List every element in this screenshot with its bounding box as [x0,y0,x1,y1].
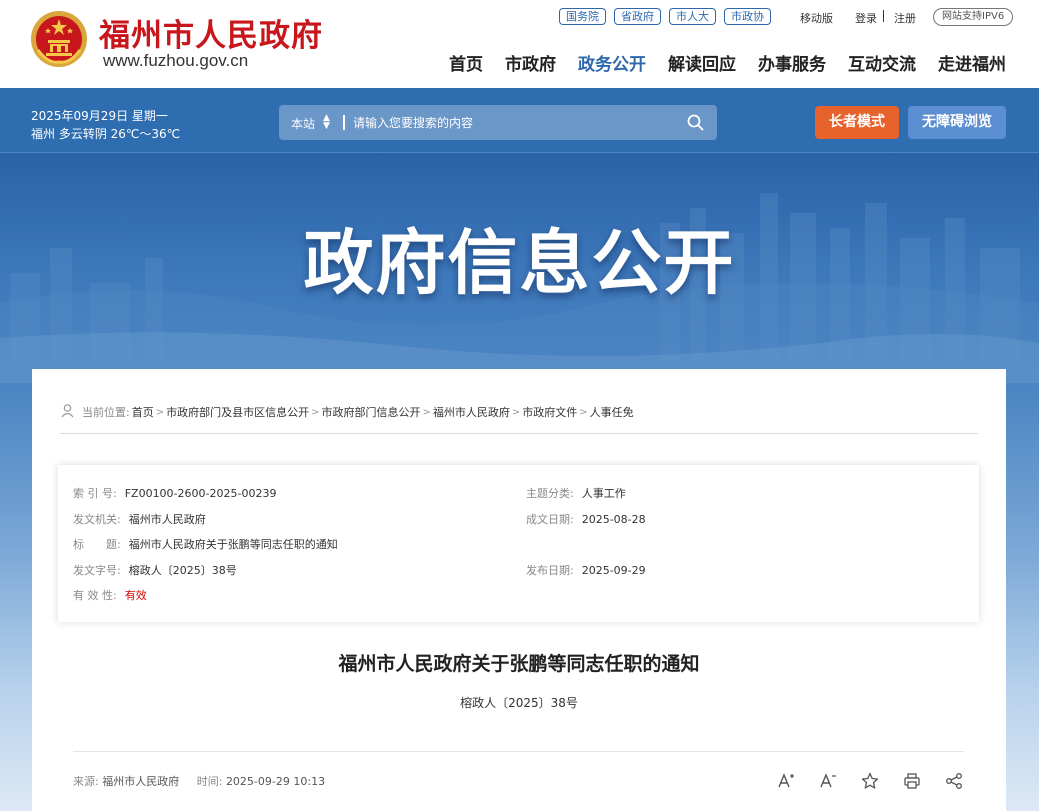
meta-docno-label: 发文字号: [73,564,121,577]
meta-index-value: FZ00100-2600-2025-00239 [124,487,277,500]
meta-topic-row: 主题分类: 人事工作 [526,485,626,501]
site-name[interactable]: 福州市人民政府 [99,10,323,55]
meta-title-row: 标 题: 福州市人民政府关于张鹏等同志任职的通知 [73,536,338,552]
breadcrumb-arrow-icon: > [311,406,320,418]
document-source-line: 来源: 福州市人民政府 时间: 2025-09-29 10:13 [73,773,339,789]
top-link-provincial-gov[interactable]: 省政府 [614,8,661,25]
meta-issuer-row: 发文机关: 福州市人民政府 [73,511,206,527]
nav-home[interactable]: 首页 [449,50,483,75]
time-value: 2025-09-29 10:13 [225,775,326,788]
national-emblem-icon[interactable] [30,10,88,68]
nav-about-fuzhou[interactable]: 走进福州 [938,50,1006,75]
document-metadata-box: 索 引 号: FZ00100-2600-2025-00239 主题分类: 人事工作 … [58,465,979,622]
scope-updown-icon[interactable]: ▲ ▼ [323,114,330,131]
meta-created-value: 2025-08-28 [581,513,646,526]
meta-validity-row: 有 效 性: 有效 [73,587,147,603]
current-date: 2025年09月29日 星期一 [31,109,168,123]
ipv6-badge: 网站支持IPV6 [933,8,1014,26]
breadcrumb-label: 当前位置: [82,406,130,419]
source-value: 福州市人民政府 [102,775,180,788]
font-decrease-icon[interactable] [819,772,837,790]
breadcrumb: 当前位置: 首页 > 市政府部门及县市区信息公开 > 市政府部门信息公开 > 福… [82,404,634,420]
accessible-browse-button[interactable]: 无障碍浏览 [908,106,1006,139]
breadcrumb-dept-info[interactable]: 市政府部门信息公开 [322,404,421,420]
nav-interaction[interactable]: 互动交流 [848,50,916,75]
meta-docno-row: 发文字号: 榕政人〔2025〕38号 [73,562,237,578]
meta-validity-value: 有效 [124,589,147,602]
meta-issuer-value: 福州市人民政府 [128,513,206,526]
top-links: 国务院 省政府 市人大 市政协 [559,8,771,25]
breadcrumb-divider [60,433,978,434]
meta-title-label: 标 题: [73,538,121,551]
content-card: 当前位置: 首页 > 市政府部门及县市区信息公开 > 市政府部门信息公开 > 福… [32,369,1006,811]
meta-title-value: 福州市人民政府关于张鹏等同志任职的通知 [128,538,338,551]
nav-gov-affairs-open[interactable]: 政务公开 [578,50,646,75]
font-increase-icon[interactable] [777,772,795,790]
breadcrumb-arrow-icon: > [579,406,588,418]
banner-title: 政府信息公开 [303,222,736,304]
meta-index-label: 索 引 号: [73,487,117,500]
register-link[interactable]: 注册 [894,10,916,26]
nav-city-gov[interactable]: 市政府 [505,50,556,75]
meta-docno-value: 榕政人〔2025〕38号 [128,564,237,577]
breadcrumb-home[interactable]: 首页 [132,404,154,420]
site-url[interactable]: www.fuzhou.gov.cn [103,51,248,71]
breadcrumb-arrow-icon: > [155,406,165,418]
time-label: 时间: [196,775,223,788]
meta-topic-label: 主题分类: [526,487,574,500]
breadcrumb-appointments[interactable]: 人事任免 [590,404,634,420]
mobile-version-link[interactable]: 移动版 [800,10,833,26]
breadcrumb-arrow-icon: > [422,406,431,418]
star-icon[interactable] [861,772,879,790]
meta-created-row: 成文日期: 2025-08-28 [526,511,646,527]
meta-topic-value: 人事工作 [581,487,626,500]
meta-published-row: 发布日期: 2025-09-29 [526,562,646,578]
meta-index-row: 索 引 号: FZ00100-2600-2025-00239 [73,485,276,501]
document-divider [73,751,964,752]
document-number: 榕政人〔2025〕38号 [460,696,578,710]
site-header: 福州市人民政府 www.fuzhou.gov.cn 国务院 省政府 市人大 市政… [0,0,1039,88]
location-person-icon [61,404,74,418]
nav-interpretation[interactable]: 解读回应 [668,50,736,75]
elder-mode-button[interactable]: 长者模式 [815,106,899,139]
meta-validity-label: 有 效 性: [73,589,117,602]
search-box: 本站 ▲ ▼ [279,105,717,140]
search-bar-strip: 2025年09月29日 星期一 福州 多云转阴 26℃～36℃ 本站 ▲▼ 长者… [0,88,1039,153]
share-icon[interactable] [945,772,963,790]
top-link-city-cppcc[interactable]: 市政协 [724,8,771,25]
breadcrumb-dept-county-info[interactable]: 市政府部门及县市区信息公开 [166,404,309,420]
top-link-city-congress[interactable]: 市人大 [669,8,716,25]
print-icon[interactable] [903,772,921,790]
search-icon[interactable] [687,114,704,131]
login-link[interactable]: 登录 [855,10,877,26]
top-link-state-council[interactable]: 国务院 [559,8,606,25]
meta-published-label: 发布日期: [526,564,574,577]
search-separator [343,115,345,130]
meta-issuer-label: 发文机关: [73,513,121,526]
breadcrumb-city-gov[interactable]: 福州市人民政府 [433,404,510,420]
meta-published-value: 2025-09-29 [581,564,646,577]
breadcrumb-arrow-icon: > [511,406,521,418]
breadcrumb-city-gov-docs[interactable]: 市政府文件 [522,404,577,420]
search-input[interactable] [353,112,673,133]
weather-info: 福州 多云转阴 26℃～36℃ [31,127,181,141]
meta-created-label: 成文日期: [526,513,574,526]
source-label: 来源: [73,775,99,788]
search-scope-select[interactable]: 本站 [291,115,315,132]
nav-services[interactable]: 办事服务 [758,50,826,75]
login-separator [883,10,884,22]
main-nav: 首页 市政府 政务公开 解读回应 办事服务 互动交流 走进福州 [449,50,1006,75]
document-title: 福州市人民政府关于张鹏等同志任职的通知 [338,653,700,675]
